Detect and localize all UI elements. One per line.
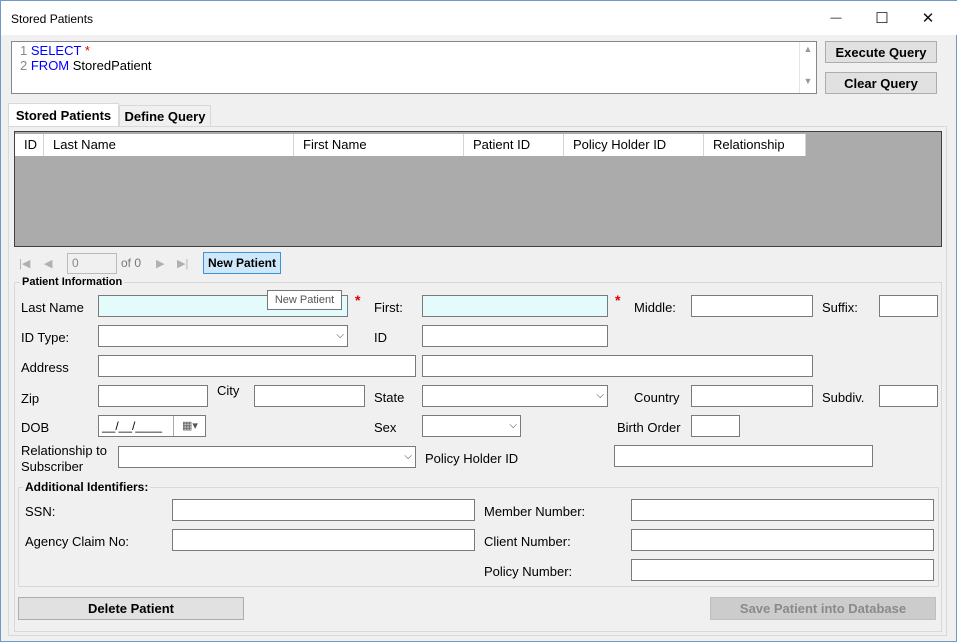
column-header-id[interactable]: ID — [15, 134, 44, 156]
policy-number-label: Policy Number: — [484, 564, 573, 579]
id-type-select[interactable]: ⌵ — [98, 325, 348, 347]
policy-holder-id-field[interactable] — [614, 445, 873, 467]
agency-claim-field[interactable] — [172, 529, 475, 551]
scroll-down-icon[interactable]: ▼ — [800, 76, 816, 86]
state-label: State — [374, 390, 405, 405]
dob-label: DOB — [21, 420, 50, 435]
column-header-policy-holder-id[interactable]: Policy Holder ID — [564, 134, 704, 156]
save-patient-button[interactable]: Save Patient into Database — [710, 597, 936, 620]
execute-query-button[interactable]: Execute Query — [825, 41, 937, 63]
sex-select[interactable]: ⌵ — [422, 415, 521, 437]
sex-label: Sex — [374, 420, 397, 435]
move-previous-icon[interactable]: ◀ — [44, 257, 52, 270]
city-label: City — [217, 383, 240, 398]
patient-information-label: Patient Information — [20, 276, 125, 288]
move-next-icon[interactable]: ▶ — [156, 257, 164, 270]
relationship-label-line-2: Subscriber — [21, 459, 84, 474]
line-number: 2 — [20, 58, 28, 73]
window-title: Stored Patients — [11, 12, 94, 26]
address-line-2-field[interactable] — [422, 355, 813, 377]
zip-field[interactable] — [98, 385, 208, 407]
city-field[interactable] — [254, 385, 365, 407]
dob-picker[interactable]: __/__/____ ▦▾ — [98, 415, 206, 437]
additional-identifiers-label: Additional Identifiers: — [23, 480, 151, 494]
sql-keyword: SELECT — [30, 43, 82, 58]
middle-name-field[interactable] — [691, 295, 813, 317]
sql-table-name: StoredPatient — [72, 58, 152, 73]
country-label: Country — [634, 390, 680, 405]
tab-stored-patients[interactable]: Stored Patients — [8, 103, 119, 127]
maximize-icon: ☐ — [875, 10, 889, 27]
chevron-down-icon: ⌵ — [336, 330, 344, 341]
client-number-label: Client Number: — [484, 534, 571, 549]
move-first-icon[interactable]: |◀ — [19, 257, 30, 270]
move-last-icon[interactable]: ▶| — [177, 257, 188, 270]
column-header-last-name[interactable]: Last Name — [44, 134, 294, 156]
close-icon: ✕ — [921, 10, 935, 27]
dob-value: __/__/____ — [102, 419, 163, 433]
id-label: ID — [374, 330, 387, 345]
agency-claim-label: Agency Claim No: — [25, 534, 130, 549]
birth-order-field[interactable] — [691, 415, 740, 437]
address-line-1-field[interactable] — [98, 355, 416, 377]
maximize-button[interactable]: ☐ — [859, 1, 905, 35]
close-button[interactable]: ✕ — [905, 1, 951, 35]
first-name-field[interactable] — [422, 295, 608, 317]
required-marker: * — [355, 292, 361, 308]
position-input[interactable]: 0 — [67, 253, 117, 274]
zip-label: Zip — [21, 391, 40, 406]
chevron-down-icon: ⌵ — [404, 451, 412, 462]
member-number-field[interactable] — [631, 499, 934, 521]
relationship-select[interactable]: ⌵ — [118, 446, 416, 468]
subdivision-field[interactable] — [879, 385, 938, 407]
relationship-label-line-1: Relationship to — [21, 443, 107, 458]
column-header-relationship[interactable]: Relationship — [704, 134, 806, 156]
id-field[interactable] — [422, 325, 608, 347]
subdivision-label: Subdiv. — [822, 390, 865, 405]
new-patient-button[interactable]: New Patient — [203, 252, 281, 274]
birth-order-label: Birth Order — [617, 420, 681, 435]
query-line-2: 2 FROM StoredPatient — [20, 58, 152, 73]
stored-patients-window: Stored Patients — ☐ ✕ 1 SELECT * 2 FROM … — [0, 0, 957, 642]
patients-grid[interactable]: ID Last Name First Name Patient ID Polic… — [14, 131, 942, 247]
sql-keyword: FROM — [30, 58, 70, 73]
minimize-icon: — — [830, 12, 842, 24]
state-select[interactable]: ⌵ — [422, 385, 608, 407]
chevron-down-icon: ⌵ — [596, 390, 604, 401]
first-name-label: First: — [374, 300, 403, 315]
member-number-label: Member Number: — [484, 504, 586, 519]
last-name-label: Last Name — [21, 300, 84, 315]
suffix-label: Suffix: — [822, 300, 858, 315]
required-marker: * — [615, 292, 621, 308]
ssn-field[interactable] — [172, 499, 475, 521]
minimize-button[interactable]: — — [813, 1, 859, 35]
count-label: of 0 — [121, 256, 142, 270]
ssn-label: SSN: — [25, 504, 56, 519]
country-field[interactable] — [691, 385, 813, 407]
chevron-down-icon: ⌵ — [509, 420, 517, 431]
sql-star: * — [84, 43, 90, 58]
column-header-patient-id[interactable]: Patient ID — [464, 134, 564, 156]
binding-navigator: |◀ ◀ 0 of 0 ▶ ▶| New Patient — [14, 251, 942, 276]
query-editor[interactable]: 1 SELECT * 2 FROM StoredPatient ▲ ▼ — [11, 41, 817, 94]
scroll-up-icon[interactable]: ▲ — [800, 44, 816, 54]
id-type-label: ID Type: — [21, 330, 70, 345]
column-header-first-name[interactable]: First Name — [294, 134, 464, 156]
policy-number-field[interactable] — [631, 559, 934, 581]
title-bar: Stored Patients — ☐ ✕ — [1, 1, 957, 35]
query-line-1: 1 SELECT * — [20, 43, 90, 58]
address-label: Address — [21, 360, 69, 375]
tab-define-query[interactable]: Define Query — [119, 105, 211, 126]
suffix-field[interactable] — [879, 295, 938, 317]
delete-patient-button[interactable]: Delete Patient — [18, 597, 244, 620]
clear-query-button[interactable]: Clear Query — [825, 72, 937, 94]
calendar-icon[interactable]: ▦▾ — [173, 416, 206, 436]
line-number: 1 — [20, 43, 28, 58]
middle-name-label: Middle: — [634, 300, 676, 315]
new-patient-tooltip: New Patient — [267, 290, 342, 310]
client-number-field[interactable] — [631, 529, 934, 551]
query-scrollbar[interactable]: ▲ ▼ — [799, 42, 816, 93]
policy-holder-id-label: Policy Holder ID — [425, 451, 519, 466]
